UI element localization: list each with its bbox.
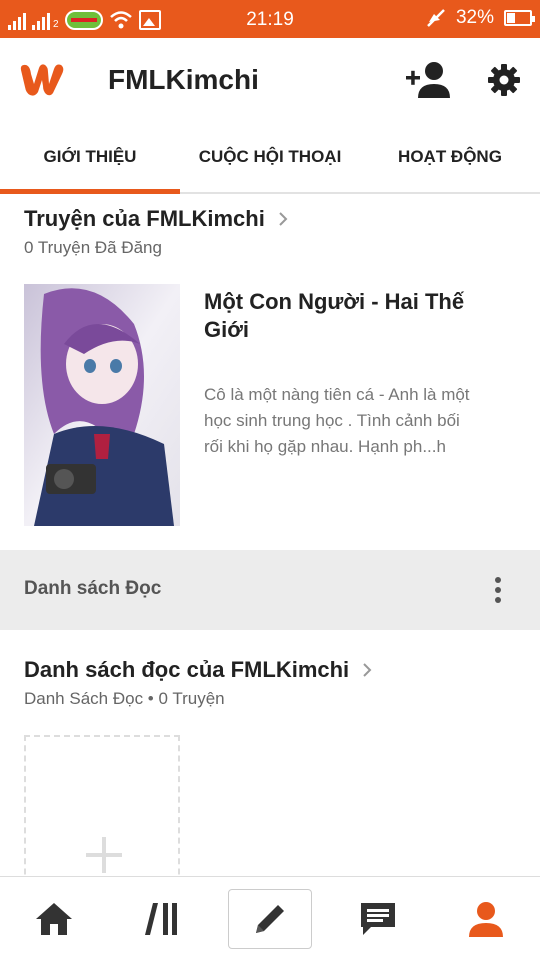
story-description: Cô là một nàng tiên cá - Anh là một học … [204,382,482,460]
reading-lists-title: Danh sách đọc của FMLKimchi [24,657,350,682]
battery-percent: 32% [455,7,494,28]
add-reading-list-placeholder[interactable] [24,735,180,895]
reading-lists-subtitle: Danh Sách Đọc • 0 Truyện [24,689,225,708]
tab-bar: GIỚI THIỆU CUỘC HỘI THOẠI HOẠT ĐỘNG [0,122,540,194]
mute-icon [427,9,445,27]
more-vert-icon[interactable] [486,572,510,608]
nav-library[interactable] [120,889,204,949]
page-title: FMLKimchi [108,64,259,95]
bottom-nav [0,876,540,960]
tab-activity[interactable]: HOẠT ĐỘNG [360,122,540,192]
reading-lists-header[interactable]: Danh sách đọc của FMLKimchi [24,657,375,683]
status-bar: 2 21:19 32% [0,0,540,38]
app-bar: FMLKimchi [0,38,540,122]
story-title[interactable]: Một Con Người - Hai Thế Giới [204,288,494,344]
story-description-text: Cô là một nàng tiên cá - Anh là một học … [204,385,470,456]
plus-icon [86,837,122,873]
home-icon [36,903,72,935]
chevron-right-icon [363,663,372,677]
tab-about[interactable]: GIỚI THIỆU [0,122,180,194]
chevron-right-icon [279,212,288,226]
pencil-icon [256,905,284,933]
messages-icon [361,903,395,935]
reading-list-bar[interactable]: Danh sách Đọc [0,550,540,630]
nav-messages[interactable] [336,889,420,949]
gear-icon[interactable] [486,62,522,98]
battery-icon [504,10,535,26]
profile-icon [469,902,503,937]
reading-list-label: Danh sách Đọc [24,578,162,599]
library-icon [145,903,177,935]
nav-write[interactable] [228,889,312,949]
story-cover[interactable] [24,284,180,526]
stories-header[interactable]: Truyện của FMLKimchi [24,206,291,232]
wattpad-logo-icon[interactable] [18,60,66,98]
tab-conversations[interactable]: CUỘC HỘI THOẠI [180,122,360,192]
nav-profile[interactable] [444,889,528,949]
stories-title: Truyện của FMLKimchi [24,206,265,231]
stories-subtitle: 0 Truyện Đã Đăng [24,238,162,257]
add-user-icon[interactable] [406,60,450,100]
nav-home[interactable] [12,889,96,949]
status-right: 32% [426,7,535,29]
